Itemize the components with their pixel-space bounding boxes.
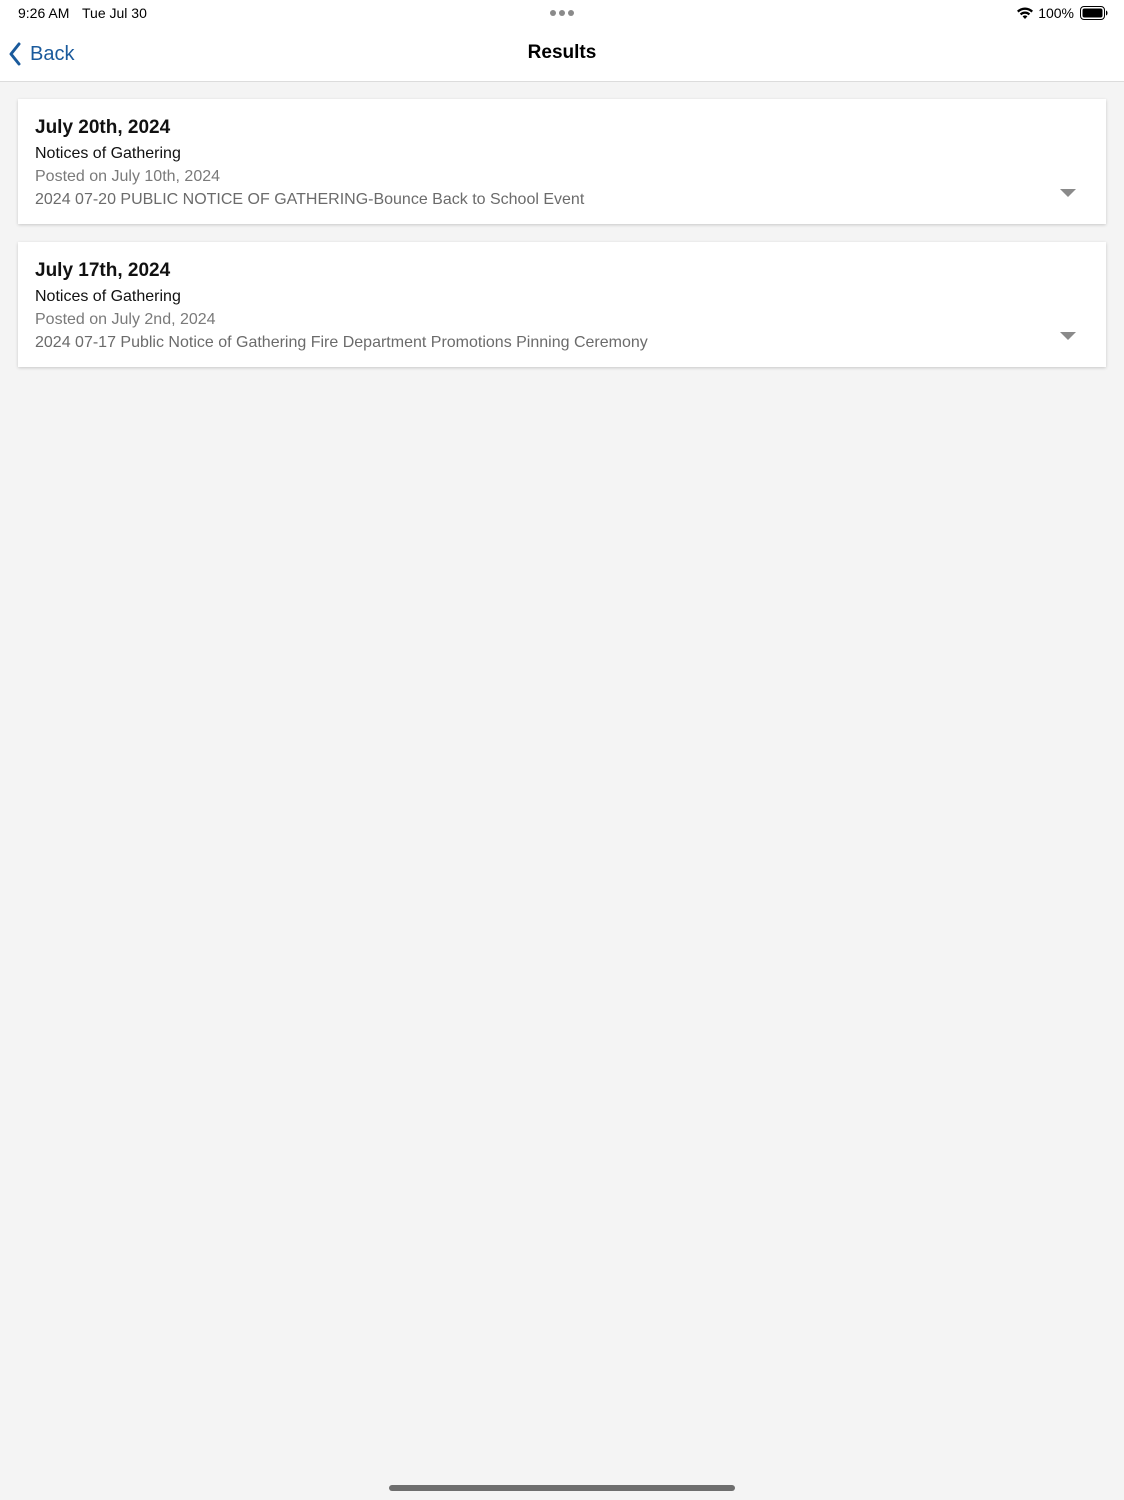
battery-percentage: 100% — [1038, 5, 1074, 21]
result-posted-date: Posted on July 2nd, 2024 — [35, 311, 216, 328]
page-title: Results — [527, 42, 597, 63]
result-title: 2024 07-17 Public Notice of Gathering Fi… — [35, 334, 648, 351]
home-indicator[interactable] — [389, 1485, 735, 1491]
status-date: Tue Jul 30 — [82, 5, 147, 21]
result-date: July 17th, 2024 — [35, 260, 171, 281]
navigation-bar: Back Results — [0, 28, 1124, 82]
caret-down-icon — [1060, 189, 1076, 197]
expand-button[interactable] — [1056, 326, 1080, 346]
result-category: Notices of Gathering — [35, 145, 181, 162]
status-time: 9:26 AM — [18, 5, 70, 21]
battery-icon — [1080, 6, 1108, 20]
result-posted-date: Posted on July 10th, 2024 — [35, 168, 221, 185]
result-category: Notices of Gathering — [35, 288, 181, 305]
wifi-icon — [1017, 7, 1034, 19]
status-indicators: 100% — [1016, 4, 1108, 22]
result-date: July 20th, 2024 — [35, 117, 171, 138]
result-card[interactable]: July 17th, 2024 Notices of Gathering Pos… — [18, 242, 1106, 367]
status-bar: 9:26 AM Tue Jul 30 100% — [0, 0, 1124, 28]
result-title: 2024 07-20 PUBLIC NOTICE OF GATHERING-Bo… — [35, 191, 585, 208]
expand-button[interactable] — [1056, 183, 1080, 203]
result-card[interactable]: July 20th, 2024 Notices of Gathering Pos… — [18, 99, 1106, 224]
results-list: July 20th, 2024 Notices of Gathering Pos… — [18, 99, 1106, 385]
caret-down-icon — [1060, 332, 1076, 340]
multitask-dots-icon[interactable] — [550, 10, 574, 16]
